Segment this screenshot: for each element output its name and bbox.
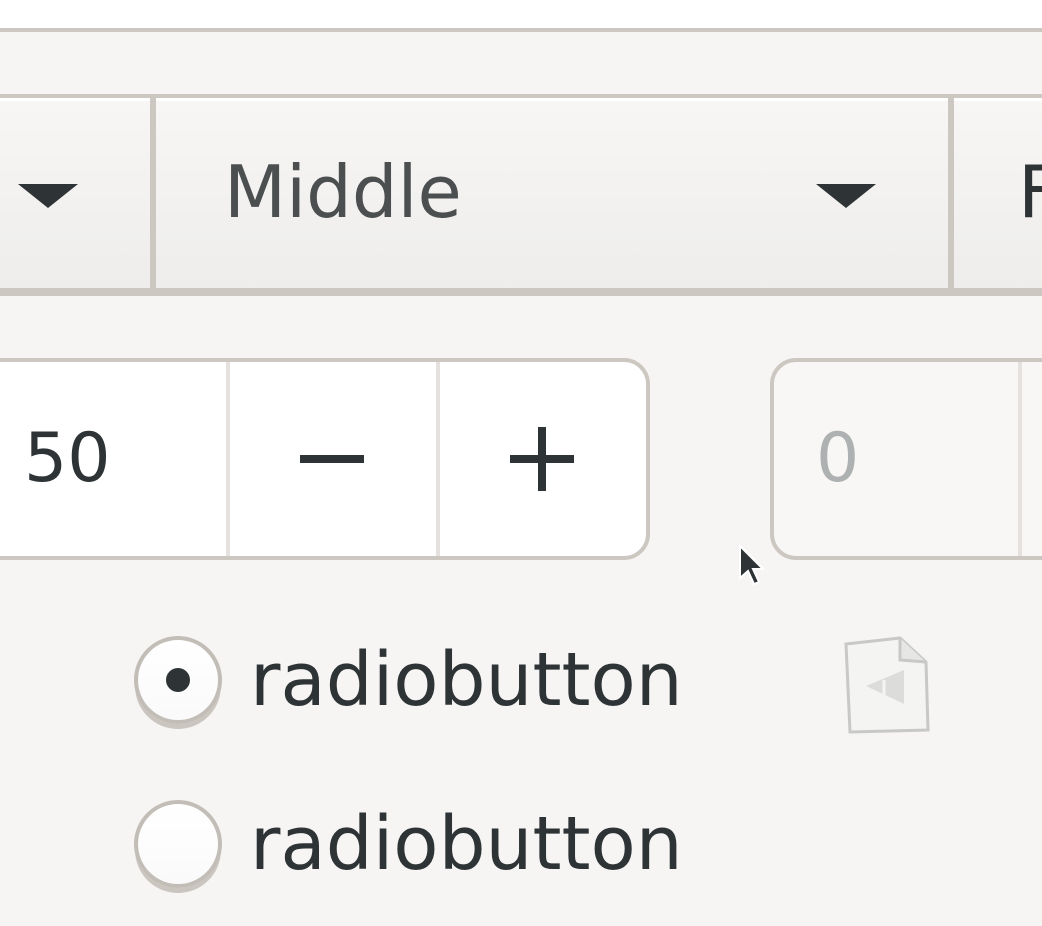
spin-button-left: 50 xyxy=(0,358,650,560)
combo-box-label: F xyxy=(1018,150,1042,234)
plus-icon xyxy=(510,427,574,491)
radio-label: radiobutton xyxy=(250,801,683,887)
increment-button[interactable] xyxy=(440,362,644,556)
spin-button-right: 0 xyxy=(770,358,1042,560)
header-band xyxy=(0,32,1042,94)
radio-unchecked-icon[interactable] xyxy=(134,800,222,888)
combo-row: Middle F xyxy=(0,94,1042,296)
spin-value-input[interactable]: 50 xyxy=(24,410,111,508)
radio-option-2[interactable]: radiobutton xyxy=(134,794,683,894)
decrement-button[interactable] xyxy=(230,362,434,556)
chevron-down-icon xyxy=(18,184,78,208)
window-top-edge xyxy=(0,0,1042,28)
image-missing-icon xyxy=(844,636,930,734)
radio-option-1[interactable]: radiobutton xyxy=(134,630,683,730)
chevron-down-icon xyxy=(816,184,876,208)
combo-box-middle[interactable]: Middle xyxy=(156,98,948,288)
combo-box-label: Middle xyxy=(224,150,462,234)
combo-box-left[interactable] xyxy=(0,98,150,288)
radio-dot xyxy=(166,668,190,692)
mouse-pointer-icon xyxy=(739,544,764,586)
combo-box-right[interactable]: F xyxy=(954,98,1042,288)
radio-label: radiobutton xyxy=(250,637,683,723)
spin-value-input[interactable]: 0 xyxy=(816,410,859,508)
radio-checked-icon[interactable] xyxy=(134,636,222,724)
minus-icon xyxy=(300,455,364,463)
separator xyxy=(1018,362,1022,556)
